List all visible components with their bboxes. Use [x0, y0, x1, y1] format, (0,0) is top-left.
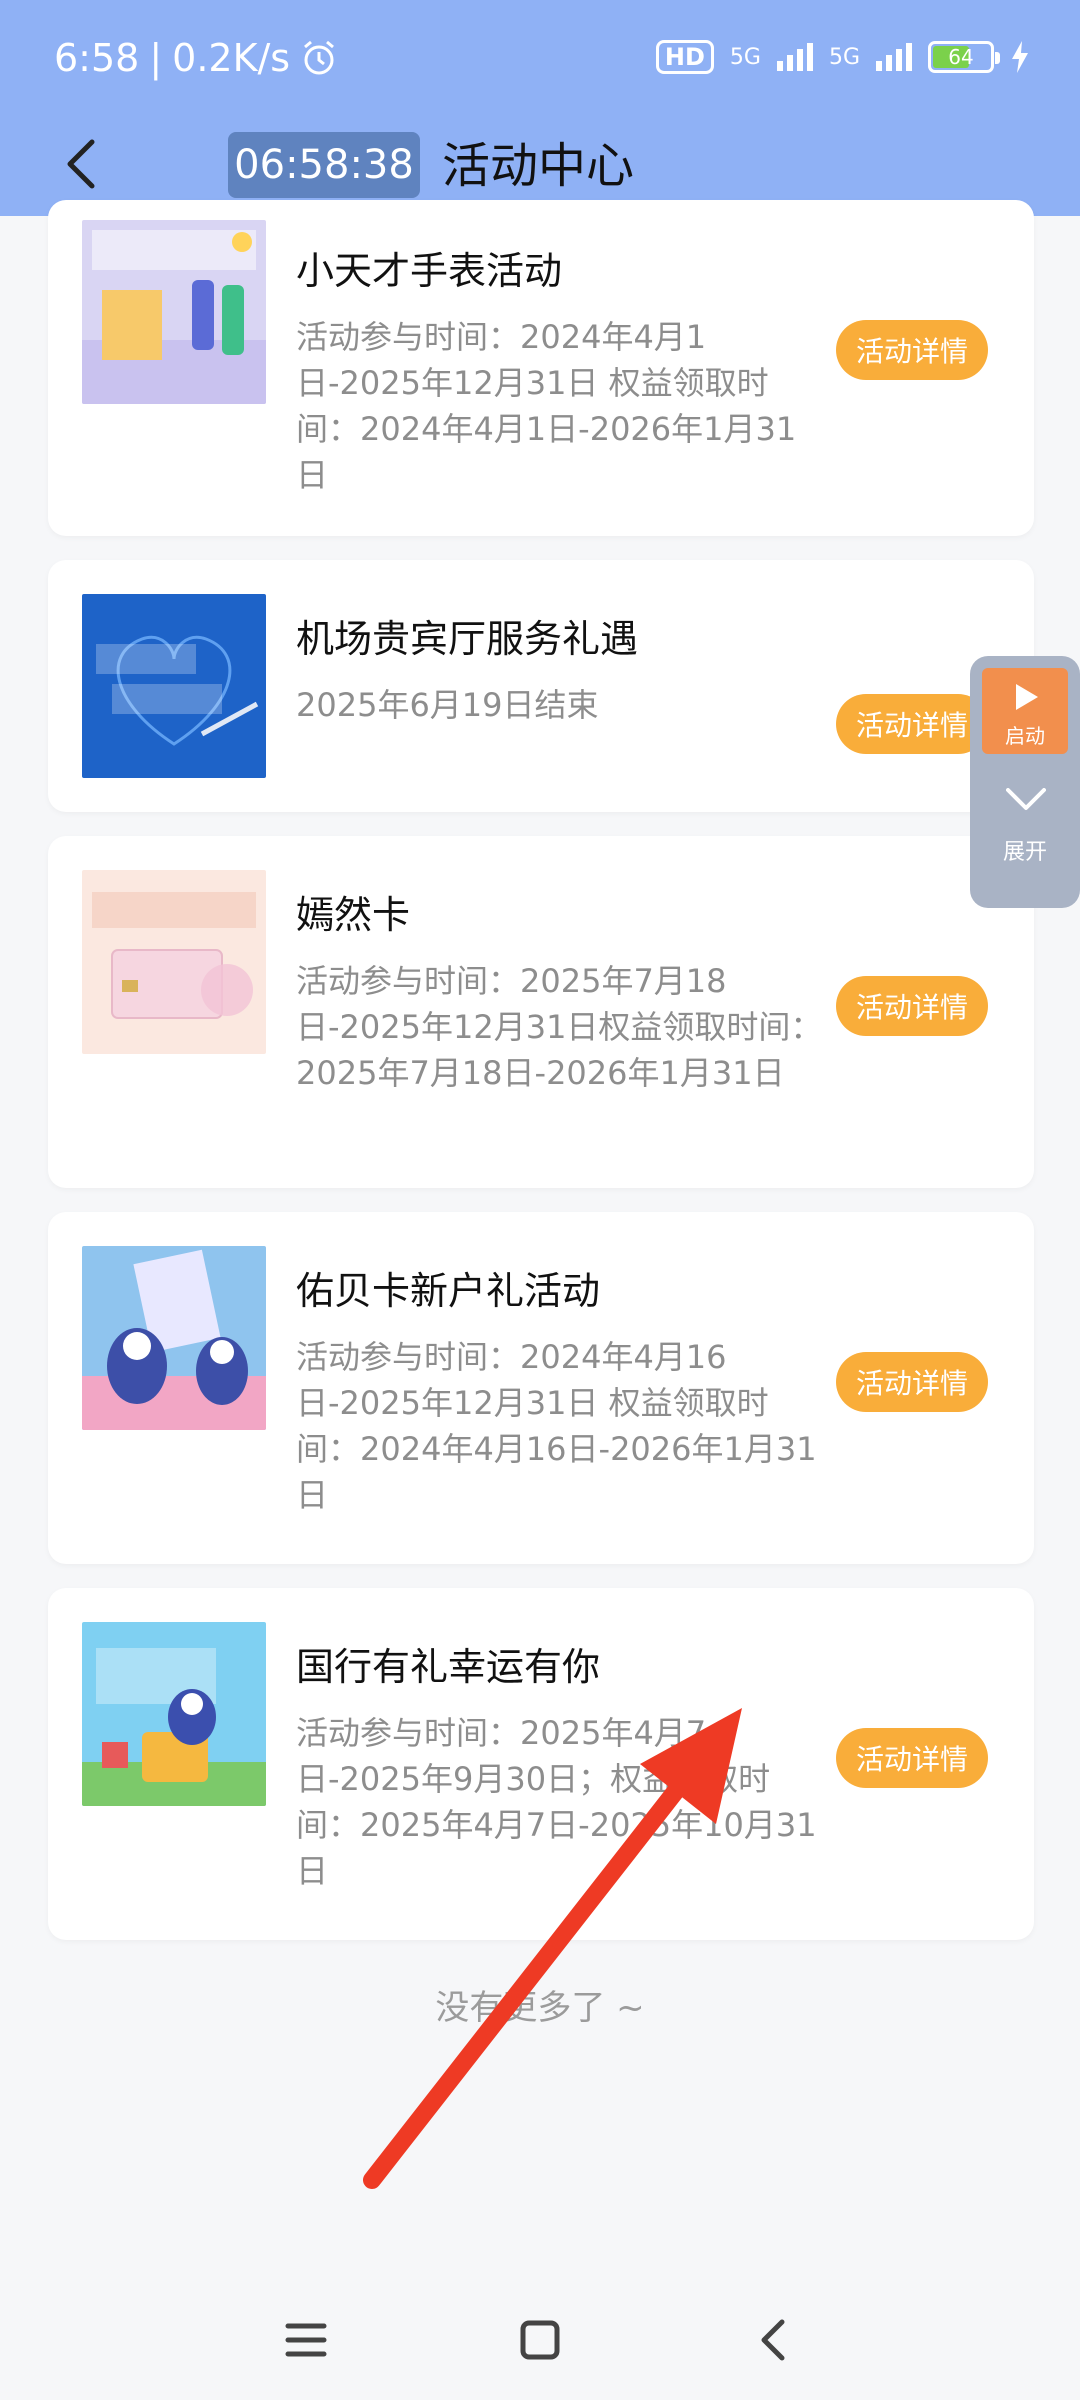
- status-left: 6:58 | 0.2K/s: [54, 36, 338, 80]
- status-bar: 6:58 | 0.2K/s HD 5G 5G 64: [0, 0, 1080, 120]
- home-icon[interactable]: [510, 2310, 570, 2370]
- network-label-1: 5G: [729, 44, 761, 70]
- status-separator: |: [149, 36, 163, 80]
- activity-card[interactable]: 佑贝卡新户礼活动 活动参与时间：2024年4月16日-2025年12月31日 权…: [48, 1212, 1034, 1564]
- back-button[interactable]: [54, 134, 114, 194]
- expand-label: 展开: [1002, 840, 1047, 865]
- alarm-icon: [304, 40, 335, 75]
- floating-control-panel: 启动 展开: [970, 656, 1080, 908]
- status-right: HD 5G 5G 64: [655, 40, 1030, 74]
- activity-title: 佑贝卡新户礼活动: [296, 1269, 601, 1313]
- system-nav-bar: [0, 2280, 1080, 2400]
- signal-icon-2: [876, 43, 912, 71]
- activity-description: 活动参与时间：2025年4月7日-2025年9月30日；权益领取时间：2025年…: [296, 1714, 817, 1890]
- activity-thumbnail: [82, 1622, 266, 1806]
- activity-card[interactable]: 嫣然卡 活动参与时间：2025年7月18日-2025年12月31日权益领取时间：…: [48, 836, 1034, 1188]
- activity-title: 机场贵宾厅服务礼遇: [296, 617, 639, 661]
- activity-title: 嫣然卡: [296, 893, 411, 937]
- page-title: 活动中心: [442, 138, 635, 194]
- play-icon: [1016, 684, 1038, 710]
- activity-center-page: 6:58 | 0.2K/s HD 5G 5G 64 06:58:38 活动中心 …: [0, 0, 1080, 2400]
- activity-detail-button[interactable]: 活动详情: [836, 1352, 988, 1412]
- activity-card[interactable]: 机场贵宾厅服务礼遇 2025年6月19日结束 活动详情: [48, 560, 1034, 812]
- activity-description: 活动参与时间：2024年4月16日-2025年12月31日 权益领取时间：202…: [296, 1338, 817, 1514]
- activity-detail-button[interactable]: 活动详情: [836, 694, 988, 754]
- activity-title: 国行有礼幸运有你: [296, 1645, 601, 1689]
- activity-detail-button[interactable]: 活动详情: [836, 976, 988, 1036]
- signal-icon: [776, 43, 813, 71]
- activity-detail-button[interactable]: 活动详情: [836, 1728, 988, 1788]
- menu-icon[interactable]: [276, 2310, 336, 2370]
- status-time: 6:58: [54, 36, 140, 80]
- network-label-2: 5G: [828, 44, 860, 70]
- activity-description: 2025年6月19日结束: [296, 686, 599, 724]
- start-label: 启动: [1005, 724, 1045, 748]
- activity-thumbnail: [82, 594, 266, 778]
- activity-description: 活动参与时间：2024年4月1日-2025年12月31日 权益领取时间：2024…: [296, 318, 797, 494]
- battery-level: 64: [948, 45, 974, 69]
- no-more-text: 没有更多了 ~: [435, 1988, 645, 2028]
- header: 6:58 | 0.2K/s HD 5G 5G 64 06:58:38 活动中心: [0, 0, 1080, 216]
- chevron-down-icon: [1006, 788, 1046, 810]
- expand-button[interactable]: 展开: [970, 774, 1080, 894]
- charging-icon: [1012, 41, 1028, 73]
- activity-title: 小天才手表活动: [296, 249, 563, 293]
- activity-thumbnail: [82, 220, 266, 404]
- activity-description: 活动参与时间：2025年7月18日-2025年12月31日权益领取时间：2025…: [296, 962, 823, 1092]
- status-speed: 0.2K/s: [172, 36, 291, 80]
- clock-chip: 06:58:38: [228, 132, 420, 198]
- activity-card[interactable]: 国行有礼幸运有你 活动参与时间：2025年4月7日-2025年9月30日；权益领…: [48, 1588, 1034, 1940]
- activity-detail-button[interactable]: 活动详情: [836, 320, 988, 380]
- start-button[interactable]: 启动: [982, 668, 1068, 754]
- hd-badge: HD: [655, 40, 714, 74]
- battery-icon: 64: [928, 41, 1000, 73]
- activity-thumbnail: [82, 870, 266, 1054]
- activity-thumbnail: [82, 1246, 266, 1430]
- activity-card[interactable]: 小天才手表活动 活动参与时间：2024年4月1日-2025年12月31日 权益领…: [48, 200, 1034, 536]
- back-nav-icon[interactable]: [744, 2310, 804, 2370]
